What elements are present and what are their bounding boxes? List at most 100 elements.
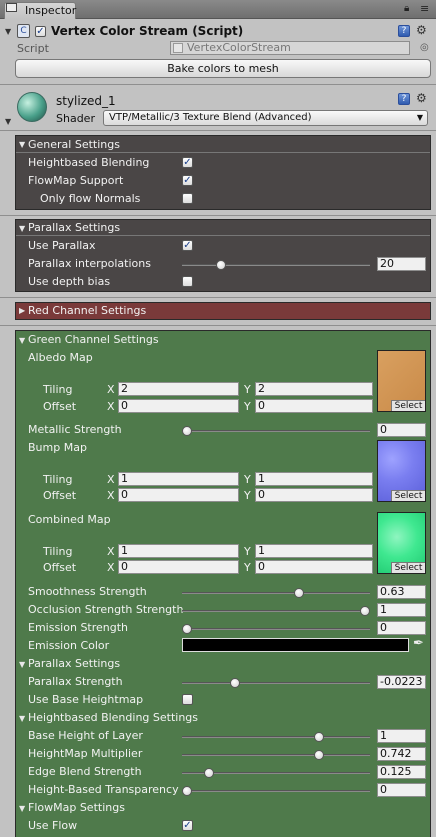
red-channel-title[interactable]: Red Channel Settings bbox=[28, 304, 146, 317]
albedo-offset-y-value: 0 bbox=[258, 399, 265, 412]
gear-icon[interactable]: ⚙ bbox=[416, 23, 427, 37]
occlusion-strength-field[interactable]: 1 bbox=[377, 603, 426, 617]
green-parallax-foldout-icon[interactable]: ▼ bbox=[19, 660, 25, 669]
combined-tiling-x-field[interactable]: 1 bbox=[118, 544, 239, 558]
combined-tiling-y-label: Y bbox=[244, 545, 251, 558]
parallax-strength-label: Parallax Strength bbox=[28, 675, 123, 688]
heightblend-foldout-icon[interactable]: ▼ bbox=[19, 714, 25, 723]
bump-offset-x-field[interactable]: 0 bbox=[118, 488, 239, 502]
albedo-select-button[interactable]: Select bbox=[391, 400, 425, 411]
albedo-tiling-y-field[interactable]: 2 bbox=[255, 382, 373, 396]
combined-offset-x-field[interactable]: 0 bbox=[118, 560, 239, 574]
parallax-strength-knob[interactable] bbox=[230, 678, 241, 688]
albedo-tiling-y-label: Y bbox=[244, 383, 251, 396]
lock-icon[interactable]: 🔒︎ bbox=[404, 3, 414, 15]
green-parallax-title[interactable]: Parallax Settings bbox=[28, 657, 120, 670]
metallic-strength-slider[interactable] bbox=[182, 430, 370, 432]
script-label: Script bbox=[17, 42, 49, 55]
parallax-strength-slider[interactable] bbox=[182, 682, 370, 684]
combined-map-label: Combined Map bbox=[28, 513, 111, 526]
flowmap-support-checkbox[interactable]: ✓ bbox=[182, 175, 193, 186]
script-field[interactable]: VertexColorStream bbox=[170, 41, 410, 55]
emission-color-label: Emission Color bbox=[28, 639, 110, 652]
shader-label: Shader bbox=[56, 112, 95, 125]
general-foldout-icon[interactable]: ▼ bbox=[19, 140, 25, 149]
occlusion-strength-slider[interactable] bbox=[182, 610, 370, 612]
albedo-texture-slot[interactable]: Select bbox=[377, 350, 426, 412]
only-flow-normals-label: Only flow Normals bbox=[40, 192, 141, 205]
combined-tiling-y-field[interactable]: 1 bbox=[255, 544, 373, 558]
parallax-interpolations-value: 20 bbox=[380, 257, 394, 270]
base-height-field[interactable]: 1 bbox=[377, 729, 426, 743]
parallax-settings-title[interactable]: Parallax Settings bbox=[28, 221, 120, 234]
red-channel-foldout-icon[interactable]: ▶ bbox=[19, 306, 25, 315]
occlusion-strength-knob[interactable] bbox=[360, 606, 370, 616]
albedo-tiling-x-field[interactable]: 2 bbox=[118, 382, 239, 396]
help-icon[interactable]: ? bbox=[398, 25, 410, 37]
smoothness-strength-field[interactable]: 0.63 bbox=[377, 585, 426, 599]
parallax-strength-value: -0.0223 bbox=[380, 675, 423, 688]
green-channel-title[interactable]: Green Channel Settings bbox=[28, 333, 159, 346]
emission-strength-knob[interactable] bbox=[182, 624, 192, 634]
emission-strength-slider[interactable] bbox=[182, 628, 370, 630]
heightbased-blending-checkbox[interactable]: ✓ bbox=[182, 157, 193, 168]
height-transparency-knob[interactable] bbox=[182, 786, 192, 796]
general-settings-title[interactable]: General Settings bbox=[28, 138, 120, 151]
parallax-interpolations-slider[interactable] bbox=[182, 264, 370, 266]
use-flow-checkbox[interactable]: ✓ bbox=[182, 820, 193, 831]
use-base-heightmap-checkbox[interactable] bbox=[182, 694, 193, 705]
bump-tiling-y-field[interactable]: 1 bbox=[255, 472, 373, 486]
material-help-icon[interactable]: ? bbox=[398, 93, 410, 105]
base-height-slider[interactable] bbox=[182, 736, 370, 738]
combined-select-button[interactable]: Select bbox=[391, 562, 425, 573]
bump-tiling-x-field[interactable]: 1 bbox=[118, 472, 239, 486]
metallic-strength-field[interactable]: 0 bbox=[377, 423, 426, 437]
parallax-interpolations-knob[interactable] bbox=[215, 260, 226, 270]
metallic-strength-knob[interactable] bbox=[182, 426, 192, 436]
combined-tiling-x-value: 1 bbox=[121, 544, 128, 557]
bake-colors-button[interactable]: Bake colors to mesh bbox=[15, 59, 431, 78]
combined-texture-slot[interactable]: Select bbox=[377, 512, 426, 574]
use-depth-bias-checkbox[interactable] bbox=[182, 276, 193, 287]
bump-offset-y-field[interactable]: 0 bbox=[255, 488, 373, 502]
only-flow-normals-checkbox[interactable] bbox=[182, 193, 193, 204]
edge-blend-field[interactable]: 0.125 bbox=[377, 765, 426, 779]
menu-icon[interactable]: ≡ bbox=[420, 2, 432, 16]
heightmap-multiplier-field[interactable]: 0.742 bbox=[377, 747, 426, 761]
parallax-foldout-icon[interactable]: ▼ bbox=[19, 224, 25, 233]
combined-tiling-label: Tiling bbox=[43, 545, 73, 558]
albedo-offset-x-field[interactable]: 0 bbox=[118, 399, 239, 413]
height-transparency-field[interactable]: 0 bbox=[377, 783, 426, 797]
combined-offset-x-label: X bbox=[107, 561, 115, 574]
bump-texture-slot[interactable]: Select bbox=[377, 440, 426, 502]
material-foldout-icon[interactable]: ▼ bbox=[5, 117, 11, 126]
parallax-interpolations-field[interactable]: 20 bbox=[377, 257, 426, 271]
component-enabled-checkbox[interactable]: ✓ bbox=[35, 26, 46, 37]
heightblend-title[interactable]: Heightbased Blending Settings bbox=[28, 711, 198, 724]
shader-dropdown[interactable]: VTP/Metallic/3 Texture Blend (Advanced) … bbox=[103, 110, 428, 126]
heightmap-multiplier-knob[interactable] bbox=[314, 750, 325, 760]
smoothness-strength-slider[interactable] bbox=[182, 592, 370, 594]
component-foldout-icon[interactable]: ▼ bbox=[5, 27, 11, 36]
base-height-knob[interactable] bbox=[313, 732, 324, 742]
combined-offset-y-field[interactable]: 0 bbox=[255, 560, 373, 574]
parallax-strength-field[interactable]: -0.0223 bbox=[377, 675, 426, 689]
divider bbox=[0, 84, 436, 85]
flowmap-foldout-icon[interactable]: ▼ bbox=[19, 804, 25, 813]
eyedropper-icon[interactable]: ✒ bbox=[413, 636, 424, 651]
albedo-offset-y-field[interactable]: 0 bbox=[255, 399, 373, 413]
emission-strength-field[interactable]: 0 bbox=[377, 621, 426, 635]
material-gear-icon[interactable]: ⚙ bbox=[416, 91, 427, 105]
object-picker-icon[interactable]: ◎ bbox=[420, 42, 429, 53]
green-channel-foldout-icon[interactable]: ▼ bbox=[19, 336, 25, 345]
occlusion-strength-label: Occlusion Strength Strength bbox=[28, 603, 184, 616]
occlusion-strength-value: 1 bbox=[380, 603, 387, 616]
height-transparency-slider[interactable] bbox=[182, 790, 370, 792]
use-parallax-checkbox[interactable]: ✓ bbox=[182, 240, 193, 251]
edge-blend-label: Edge Blend Strength bbox=[28, 765, 142, 778]
heightmap-multiplier-slider[interactable] bbox=[182, 754, 370, 756]
inspector-icon bbox=[6, 3, 17, 12]
emission-color-field[interactable] bbox=[182, 638, 409, 652]
bump-select-button[interactable]: Select bbox=[391, 490, 425, 501]
flowmap-title[interactable]: FlowMap Settings bbox=[28, 801, 125, 814]
